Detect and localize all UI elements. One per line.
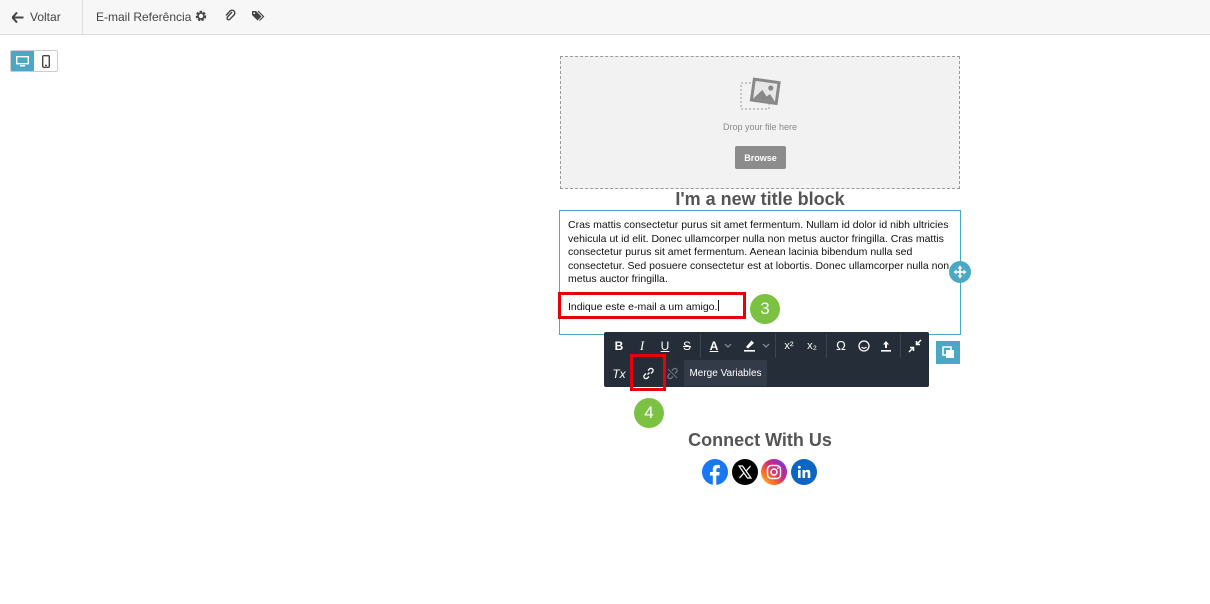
font-color-label: A	[709, 338, 719, 353]
image-dropzone[interactable]: Drop your file here Browse	[560, 56, 960, 189]
chevron-down-icon	[724, 343, 732, 348]
linkedin-glyph	[797, 465, 811, 478]
unlink-icon	[666, 367, 678, 380]
move-arrows-icon	[953, 265, 967, 279]
arrow-left-icon	[12, 11, 24, 23]
clear-formatting-button[interactable]: Tx	[610, 361, 628, 386]
paperclip-icon[interactable]	[223, 9, 237, 23]
back-button[interactable]: Voltar	[12, 0, 61, 34]
copy-icon	[941, 346, 954, 358]
duplicate-block-button[interactable]	[936, 341, 960, 364]
instagram-icon[interactable]	[761, 459, 787, 485]
bold-button[interactable]: B	[610, 333, 628, 358]
gear-icon[interactable]	[194, 9, 208, 23]
document-title: E-mail Referência	[96, 10, 192, 24]
device-toggle	[10, 50, 58, 72]
chevron-down-icon	[762, 343, 769, 348]
special-character-button[interactable]: Ω	[831, 333, 851, 358]
x-icon[interactable]	[732, 459, 758, 485]
x-glyph	[738, 465, 752, 479]
upload-button[interactable]	[877, 333, 895, 358]
linkedin-icon[interactable]	[791, 459, 817, 485]
desktop-icon	[16, 55, 29, 66]
compress-icon	[908, 338, 922, 353]
subscript-button[interactable]: x₂	[802, 333, 822, 358]
upload-icon	[881, 340, 891, 352]
back-label: Voltar	[30, 10, 61, 24]
browse-button[interactable]: Browse	[735, 146, 786, 169]
facebook-glyph	[709, 464, 720, 485]
mobile-view-button[interactable]	[34, 51, 57, 71]
smiley-icon	[858, 339, 870, 352]
social-title[interactable]: Connect With Us	[560, 430, 960, 451]
toolbar-divider	[700, 334, 701, 358]
superscript-button[interactable]: x²	[779, 333, 799, 358]
highlight-box-link-line	[558, 292, 746, 319]
topbar-divider	[82, 0, 83, 35]
drop-file-text: Drop your file here	[722, 122, 798, 132]
toolbar-divider	[826, 334, 827, 358]
toolbar-divider	[900, 334, 901, 358]
top-bar: Voltar E-mail Referência	[0, 0, 1210, 35]
move-block-handle[interactable]	[949, 261, 971, 283]
body-paragraph[interactable]: Cras mattis consectetur purus sit amet f…	[568, 219, 952, 287]
step-badge-3: 3	[750, 294, 780, 324]
instagram-glyph	[766, 464, 782, 480]
image-placeholder-icon	[740, 77, 781, 110]
title-block[interactable]: I'm a new title block	[560, 189, 960, 210]
highlight-color-button[interactable]	[740, 333, 772, 358]
tags-icon[interactable]	[251, 9, 265, 23]
toolbar-divider	[775, 334, 776, 358]
step-badge-4: 4	[634, 398, 664, 428]
highlight-box-link-button	[630, 354, 666, 391]
merge-variables-button[interactable]: Merge Variables	[684, 360, 767, 386]
collapse-toolbar-button[interactable]	[904, 333, 926, 358]
strikethrough-button[interactable]: S	[678, 333, 696, 358]
desktop-view-button[interactable]	[11, 51, 34, 71]
emoji-button[interactable]	[855, 333, 873, 358]
highlighter-icon	[743, 340, 755, 352]
font-color-button[interactable]: A	[705, 333, 737, 358]
facebook-icon[interactable]	[702, 459, 728, 485]
mobile-icon	[41, 54, 50, 68]
